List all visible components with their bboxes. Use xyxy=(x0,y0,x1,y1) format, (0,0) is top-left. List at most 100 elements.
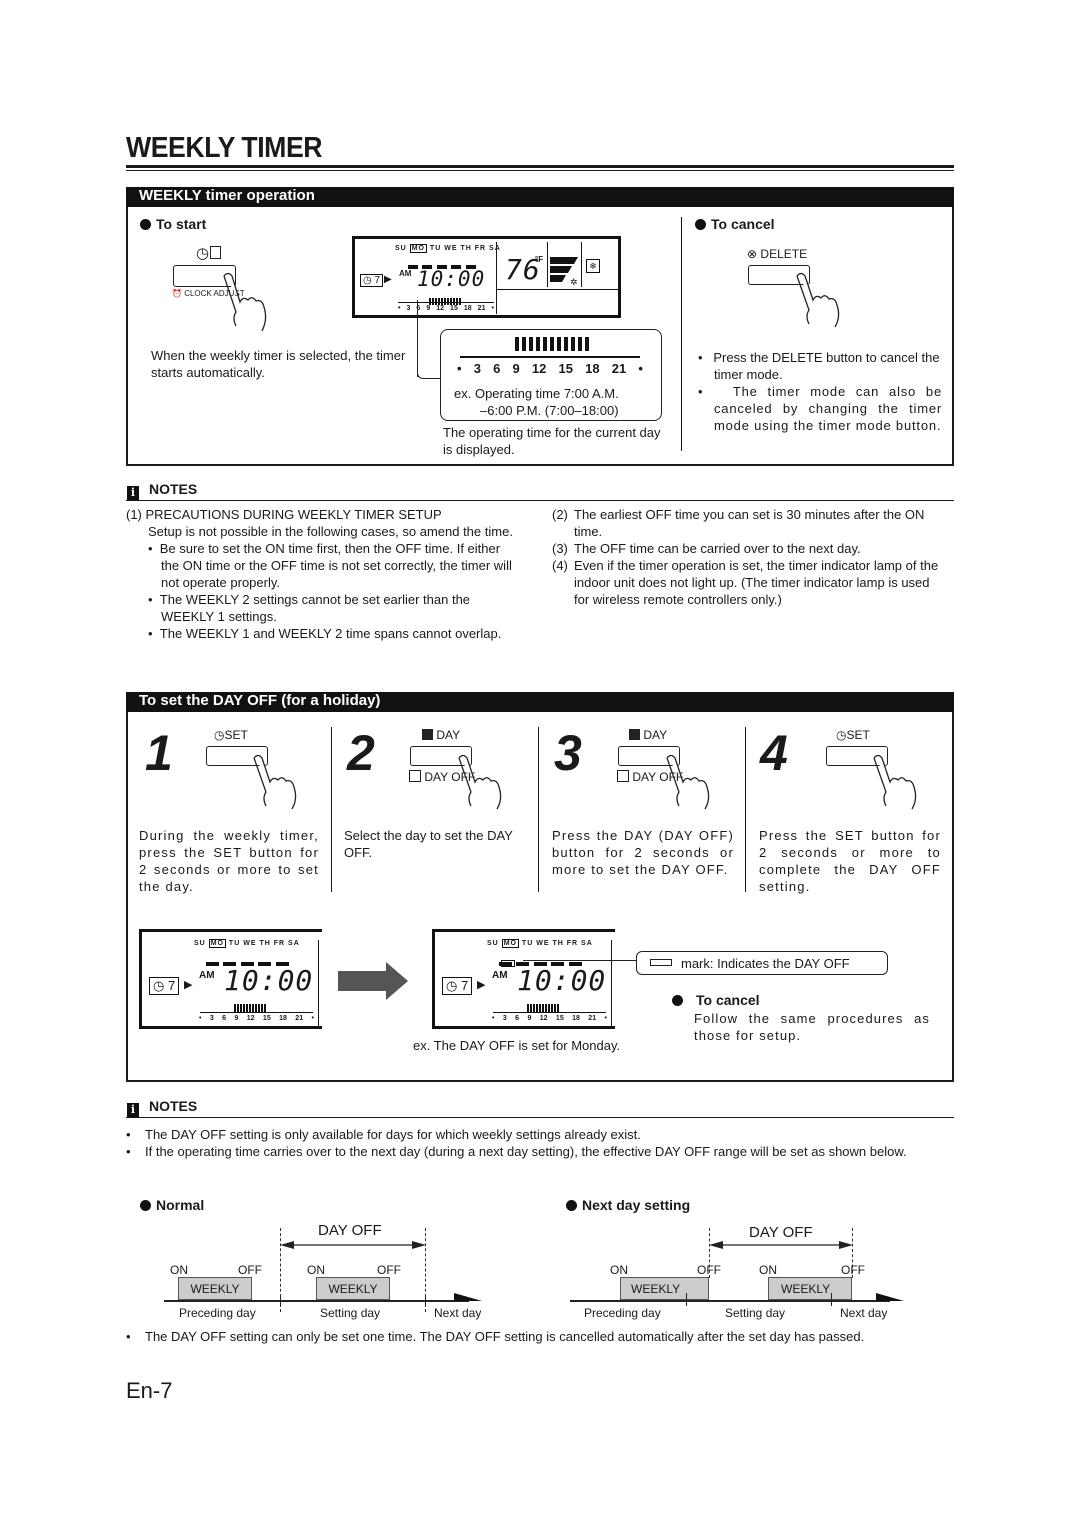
step-4-number: 4 xyxy=(760,725,788,781)
dayoff-range-arrow xyxy=(280,1241,426,1249)
to-cancel-bullets: • Press the DELETE button to cancel the … xyxy=(698,349,942,434)
timer-indicator: ◷ 7 xyxy=(149,977,180,995)
pointing-hand-icon xyxy=(223,272,267,332)
mark-leader-line xyxy=(523,960,636,961)
operating-time-callout: • 3 6 9 12 15 18 21 • ex. Operating time 7:00 A.… xyxy=(440,329,662,421)
weekly-block: WEEKLY xyxy=(768,1277,852,1300)
info-icon: i xyxy=(127,1103,139,1117)
arrow-right-icon xyxy=(338,962,408,1000)
day-label: DAY xyxy=(422,728,460,742)
day-off-mark-icon xyxy=(650,959,672,966)
day-icon xyxy=(629,729,640,740)
title-rule-thin xyxy=(126,170,954,171)
step-4-text: Press the SET button for 2 seconds or mo… xyxy=(759,828,941,894)
timeline-arrowhead xyxy=(454,1293,482,1301)
day-icon xyxy=(422,729,433,740)
timer-indicator: ◷ 7 xyxy=(360,274,384,287)
weekly-block: WEEKLY xyxy=(178,1277,252,1300)
page-number: En-7 xyxy=(126,1378,173,1403)
day-off-mark-callout: mark: Indicates the DAY OFF xyxy=(636,951,888,975)
dayoff-cancel-heading: To cancel xyxy=(672,992,760,1008)
to-start-description: When the weekly timer is selected, the t… xyxy=(151,348,406,380)
day-off-example-caption: ex. The DAY OFF is set for Monday. xyxy=(413,1038,621,1053)
day-off-icon xyxy=(409,770,421,782)
clock-icon: ◷ xyxy=(214,728,225,742)
operating-time-caption: The operating time for the current day i… xyxy=(443,425,661,457)
pointing-hand-icon xyxy=(458,754,502,810)
step-2-number: 2 xyxy=(347,725,375,781)
to-start-heading: To start xyxy=(140,216,206,232)
tick-labels: • 3 6 9 12 15 18 21 • xyxy=(398,305,494,312)
timer-indicator: ◷ 7 xyxy=(442,977,473,995)
to-cancel-label: To cancel xyxy=(711,216,775,232)
cancel-bullet: • Press the DELETE button to cancel the … xyxy=(698,350,940,382)
lcd-after: SU MO TU WE TH FR SA ◷ 7 ▶ AM 10:00 • 3 6 9… xyxy=(432,929,615,1029)
note-1-bullet: • The WEEKLY 1 and WEEKLY 2 time spans c… xyxy=(148,626,502,641)
delete-label: ⊗ DELETE xyxy=(747,247,808,261)
pointing-hand-icon xyxy=(253,754,297,810)
tick-axis xyxy=(398,302,494,303)
pointing-hand-icon xyxy=(796,272,840,328)
info-icon: i xyxy=(127,486,139,500)
timeline-arrowhead xyxy=(876,1293,904,1301)
cancel-bullet: • The timer mode can also be canceled by… xyxy=(698,384,942,433)
note-1-bullet: • The WEEKLY 2 settings cannot be set ea… xyxy=(148,592,471,624)
page-title: WEEKLY TIMER xyxy=(126,132,323,164)
arrow-right-icon: ▶ xyxy=(184,979,193,991)
tick-labels-large: • 3 6 9 12 15 18 21 • xyxy=(457,361,643,376)
delete-icon: ⊗ xyxy=(747,247,758,261)
dayoff-cancel-text: Follow the same procedures as those for … xyxy=(694,1011,930,1043)
dayoff-range-label: DAY OFF xyxy=(749,1224,813,1241)
fan-speed-icon: ✲ xyxy=(550,257,578,287)
step-3-text: Press the DAY (DAY OFF) button for 2 sec… xyxy=(552,828,734,877)
bullet-icon xyxy=(140,219,151,230)
notes-heading: i NOTES xyxy=(127,1098,197,1117)
clock-icon: ◷ xyxy=(836,728,847,742)
example-line-1: ex. Operating time 7:00 A.M. xyxy=(454,386,619,401)
operation-bar-large xyxy=(515,337,592,356)
weekly-block: WEEKLY xyxy=(620,1277,709,1300)
tick-axis-large xyxy=(460,356,640,358)
note-bullet: • If the operating time carries over to … xyxy=(126,1144,907,1159)
cool-mode-icon: ❄ xyxy=(586,259,600,273)
day-off-mark xyxy=(501,960,515,967)
selected-day: MO xyxy=(409,244,427,253)
temp-unit: °F xyxy=(535,255,544,264)
weekly-block: WEEKLY xyxy=(316,1277,390,1300)
lcd-day-row: SU MO TU WE TH FR SA xyxy=(395,244,501,253)
note-1-bullet: • Be sure to set the ON time first, then… xyxy=(148,541,512,590)
note-3: (3) The OFF time can be carried over to t… xyxy=(552,541,861,556)
step-1-text: During the weekly timer, press the SET b… xyxy=(139,828,319,894)
arrow-right-icon: ▶ xyxy=(384,274,392,285)
lcd-before: SU MO TU WE TH FR SA ◷ 7 ▶ AM 10:00 • 3 6 9… xyxy=(139,929,322,1029)
note-1-body: Setup is not possible in the following c… xyxy=(148,524,513,539)
arrow-right-icon: ▶ xyxy=(477,979,486,991)
set-label: ◷SET xyxy=(214,728,248,742)
notes-heading: i NOTES xyxy=(127,481,197,500)
day-off-icon xyxy=(617,770,629,782)
bullet-icon xyxy=(672,995,683,1006)
next-day-diagram: DAY OFF ON OFF ON OFF WEEKLY WEEKLY Prec… xyxy=(570,1200,910,1320)
svg-text:✲: ✲ xyxy=(570,277,578,287)
bullet-icon xyxy=(140,1200,151,1211)
timeline-axis xyxy=(570,1300,890,1302)
note-bullet: • The DAY OFF setting is only available … xyxy=(126,1127,641,1142)
lcd-time: 10:00 xyxy=(417,267,486,291)
set-label: ◷SET xyxy=(836,728,870,742)
step-3-number: 3 xyxy=(554,725,582,781)
title-rule xyxy=(126,165,954,168)
program-icon xyxy=(210,246,221,259)
dayoff-range-label: DAY OFF xyxy=(318,1222,382,1239)
dayoff-range-arrow xyxy=(709,1241,853,1249)
lcd-display: SU MO TU WE TH FR SA ◷ 7 ▶ AM 10:00 • 3 6 9… xyxy=(352,236,621,318)
normal-diagram: DAY OFF ON OFF ON OFF WEEKLY WEEKLY Prec… xyxy=(164,1200,494,1320)
ampm-label: AM xyxy=(399,269,412,278)
step-1-number: 1 xyxy=(145,725,173,781)
clock-icon: ◷ xyxy=(196,245,210,262)
timeline-axis xyxy=(164,1300,469,1302)
to-cancel-heading: To cancel xyxy=(695,216,775,232)
bullet-icon xyxy=(695,219,706,230)
operation-header: WEEKLY timer operation xyxy=(126,187,954,207)
step-2-text: Select the day to set the DAY OFF. xyxy=(344,828,513,860)
notes-item-1: (1) PRECAUTIONS DURING WEEKLY TIMER SETU… xyxy=(126,506,516,642)
